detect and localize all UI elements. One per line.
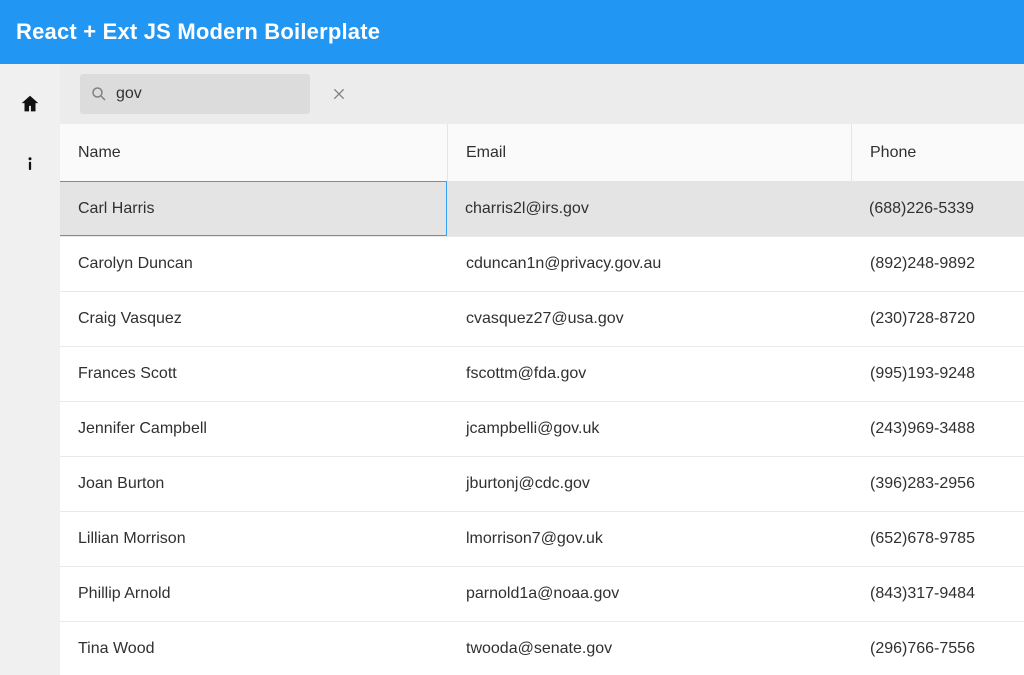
clear-icon[interactable] — [331, 84, 347, 104]
table-row[interactable]: Carl Harrischarris2l@irs.gov(688)226-533… — [60, 182, 1024, 237]
table-row[interactable]: Craig Vasquezcvasquez27@usa.gov(230)728-… — [60, 292, 1024, 347]
app-body: Name Email Phone Carl Harrischarris2l@ir… — [0, 64, 1024, 675]
cell-phone: (843)317-9484 — [852, 567, 1024, 621]
data-grid: Name Email Phone Carl Harrischarris2l@ir… — [60, 124, 1024, 675]
home-icon — [19, 93, 41, 115]
column-header-phone[interactable]: Phone — [852, 124, 1024, 181]
cell-phone: (688)226-5339 — [851, 182, 1024, 236]
table-row[interactable]: Tina Woodtwooda@senate.gov(296)766-7556 — [60, 622, 1024, 675]
main-panel: Name Email Phone Carl Harrischarris2l@ir… — [60, 64, 1024, 675]
cell-phone: (892)248-9892 — [852, 237, 1024, 291]
app-header: React + Ext JS Modern Boilerplate — [0, 0, 1024, 64]
sidebar-item-home[interactable] — [8, 82, 52, 126]
cell-email: lmorrison7@gov.uk — [448, 512, 852, 566]
cell-phone: (396)283-2956 — [852, 457, 1024, 511]
search-field[interactable] — [80, 74, 310, 114]
cell-name: Carolyn Duncan — [60, 237, 448, 291]
cell-email: jburtonj@cdc.gov — [448, 457, 852, 511]
table-row[interactable]: Carolyn Duncancduncan1n@privacy.gov.au(8… — [60, 237, 1024, 292]
column-header-name[interactable]: Name — [60, 124, 448, 181]
table-row[interactable]: Lillian Morrisonlmorrison7@gov.uk(652)67… — [60, 512, 1024, 567]
table-row[interactable]: Phillip Arnoldparnold1a@noaa.gov(843)317… — [60, 567, 1024, 622]
sidebar — [0, 64, 60, 675]
table-row[interactable]: Joan Burtonjburtonj@cdc.gov(396)283-2956 — [60, 457, 1024, 512]
cell-email: charris2l@irs.gov — [447, 182, 851, 236]
cell-email: parnold1a@noaa.gov — [448, 567, 852, 621]
cell-name: Craig Vasquez — [60, 292, 448, 346]
column-header-email[interactable]: Email — [448, 124, 852, 181]
sidebar-item-info[interactable] — [8, 142, 52, 186]
cell-name: Joan Burton — [60, 457, 448, 511]
cell-phone: (995)193-9248 — [852, 347, 1024, 401]
grid-header: Name Email Phone — [60, 124, 1024, 182]
cell-email: cduncan1n@privacy.gov.au — [448, 237, 852, 291]
cell-phone: (652)678-9785 — [852, 512, 1024, 566]
app-title: React + Ext JS Modern Boilerplate — [16, 19, 380, 45]
cell-email: jcampbelli@gov.uk — [448, 402, 852, 456]
cell-name: Phillip Arnold — [60, 567, 448, 621]
cell-name: Jennifer Campbell — [60, 402, 448, 456]
cell-name: Tina Wood — [60, 622, 448, 675]
table-row[interactable]: Jennifer Campbelljcampbelli@gov.uk(243)9… — [60, 402, 1024, 457]
cell-name: Carl Harris — [60, 181, 447, 236]
cell-name: Lillian Morrison — [60, 512, 448, 566]
cell-phone: (243)969-3488 — [852, 402, 1024, 456]
search-input[interactable] — [108, 85, 331, 103]
cell-email: fscottm@fda.gov — [448, 347, 852, 401]
toolbar — [60, 64, 1024, 124]
info-icon — [21, 155, 39, 173]
search-icon — [90, 84, 108, 104]
cell-name: Frances Scott — [60, 347, 448, 401]
cell-phone: (296)766-7556 — [852, 622, 1024, 675]
cell-phone: (230)728-8720 — [852, 292, 1024, 346]
grid-body: Carl Harrischarris2l@irs.gov(688)226-533… — [60, 182, 1024, 675]
cell-email: twooda@senate.gov — [448, 622, 852, 675]
table-row[interactable]: Frances Scottfscottm@fda.gov(995)193-924… — [60, 347, 1024, 402]
cell-email: cvasquez27@usa.gov — [448, 292, 852, 346]
